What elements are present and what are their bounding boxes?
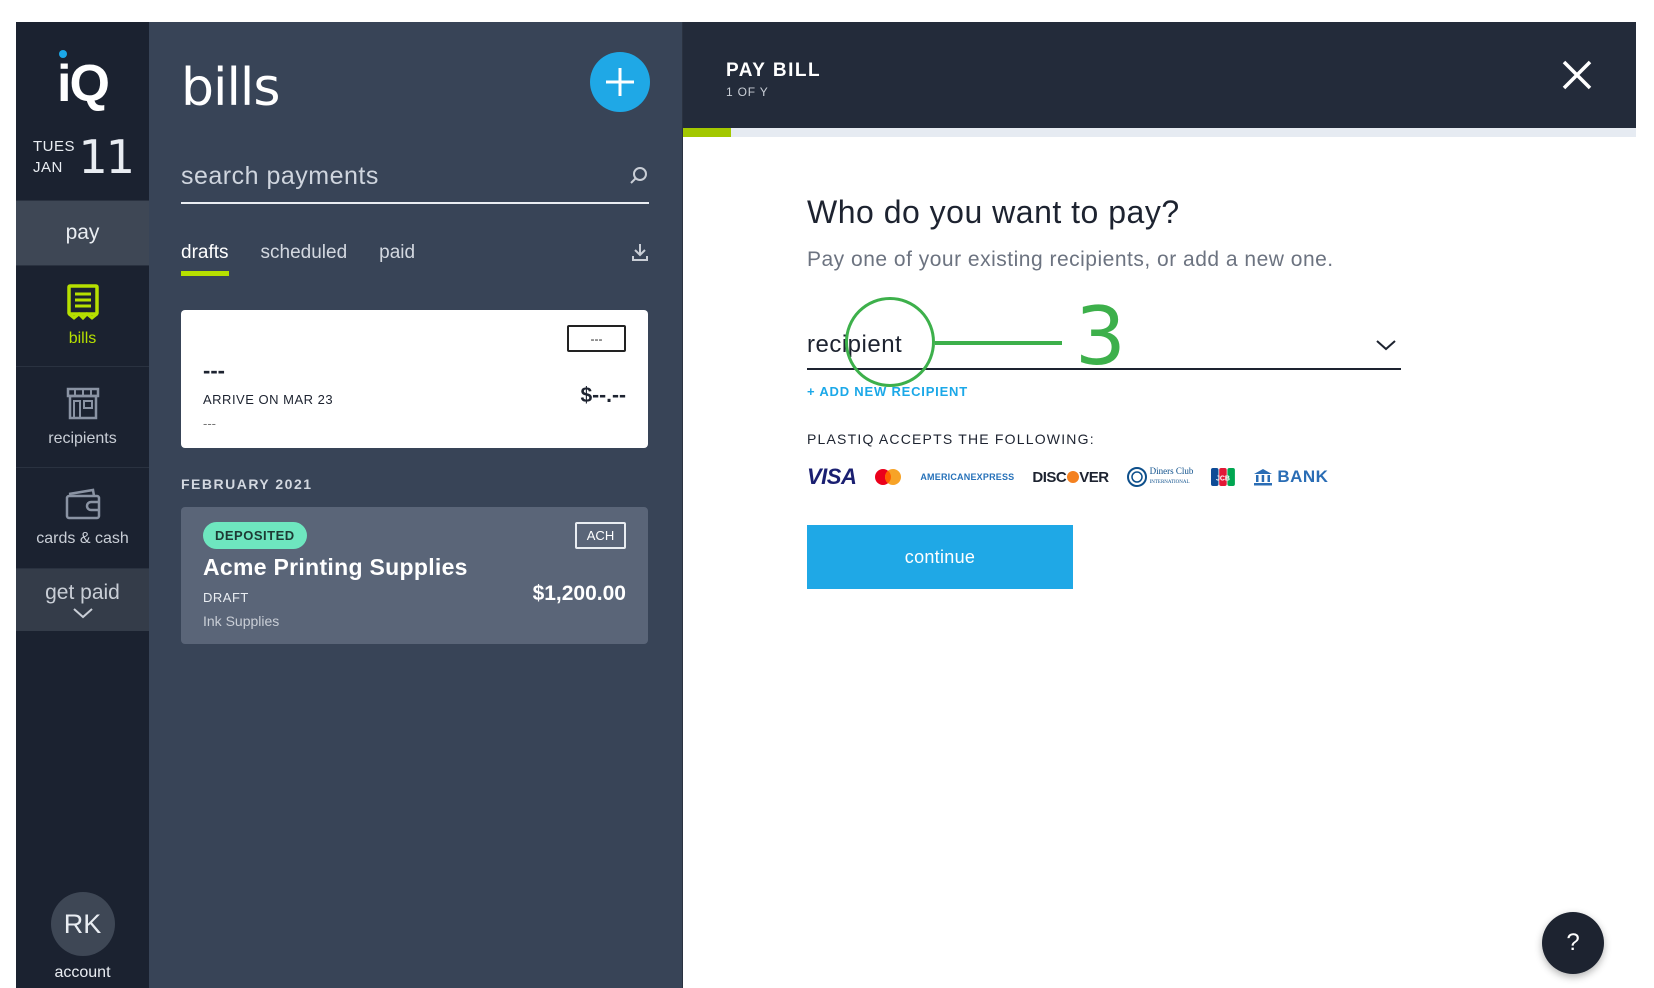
sidebar-item-cards-cash[interactable]: cards & cash bbox=[16, 468, 149, 569]
date-day: 11 bbox=[78, 130, 135, 184]
logo-text: iQ bbox=[57, 50, 110, 113]
date-dow-month: TUES JAN bbox=[33, 136, 75, 178]
search-bar bbox=[181, 150, 649, 204]
pay-bill-panel: PAY BILL 1 OF Y Who do you want to pay? … bbox=[682, 22, 1636, 988]
add-bill-button[interactable] bbox=[590, 52, 650, 112]
sidebar-item-label: bills bbox=[68, 330, 97, 347]
annotation-circle bbox=[845, 297, 935, 387]
storefront-icon bbox=[66, 387, 99, 420]
app-window: iQ TUES JAN 11 pay bills recipients card… bbox=[16, 22, 1636, 988]
mastercard-logo bbox=[874, 468, 902, 486]
draft-memo: --- bbox=[203, 416, 216, 431]
logo-wordmark: iQ bbox=[57, 55, 110, 113]
chevron-down-icon bbox=[1376, 340, 1396, 351]
draft-amount: $--.-- bbox=[580, 384, 627, 407]
payment-method-logos: VISA AMERICAN EXPRESS DISC VER Diners Cl… bbox=[807, 462, 1346, 492]
bill-card[interactable]: DEPOSITED ACH Acme Printing Supplies DRA… bbox=[181, 507, 648, 644]
panel-title: PAY BILL bbox=[726, 60, 822, 81]
date-month: JAN bbox=[33, 159, 63, 176]
annotation-number: 3 bbox=[1075, 290, 1126, 383]
bill-recipient-name: Acme Printing Supplies bbox=[203, 554, 468, 580]
download-icon[interactable] bbox=[631, 242, 649, 262]
page-title: bills bbox=[181, 58, 280, 118]
logo-dot bbox=[59, 50, 68, 58]
wallet-icon bbox=[65, 488, 100, 520]
chevron-down-icon bbox=[72, 608, 93, 619]
diners-text: Diners Club INTERNATIONAL bbox=[1150, 467, 1194, 487]
jcb-logo: JCB bbox=[1211, 467, 1236, 487]
step-progress-fill bbox=[683, 128, 731, 137]
step-subtitle: Pay one of your existing recipients, or … bbox=[807, 248, 1334, 271]
avatar[interactable]: RK bbox=[50, 892, 115, 956]
bill-tabs: drafts scheduled paid bbox=[181, 242, 649, 282]
panel-step-indicator: 1 OF Y bbox=[726, 85, 769, 99]
sidebar-item-get-paid[interactable]: get paid bbox=[16, 569, 149, 631]
draft-method-badge: --- bbox=[567, 325, 626, 352]
date-display: TUES JAN 11 bbox=[16, 126, 149, 188]
sidebar-item-label: cards & cash bbox=[36, 530, 129, 547]
amex-line2: EXPRESS bbox=[970, 472, 1015, 482]
diners-line2: INTERNATIONAL bbox=[1149, 480, 1190, 485]
search-icon[interactable] bbox=[629, 166, 649, 186]
bank-label: BANK bbox=[1277, 467, 1329, 486]
sidebar-item-bills[interactable]: bills bbox=[16, 266, 149, 367]
get-paid-label: get paid bbox=[45, 581, 120, 604]
plus-icon bbox=[606, 68, 634, 96]
discover-dot bbox=[1066, 471, 1079, 483]
status-badge: DEPOSITED bbox=[203, 522, 307, 549]
panel-header: PAY BILL 1 OF Y bbox=[683, 22, 1636, 128]
discover-text-a: DISC bbox=[1032, 468, 1067, 486]
bank-icon bbox=[1254, 469, 1273, 486]
amex-logo: AMERICAN EXPRESS bbox=[920, 472, 1014, 482]
bill-memo: Ink Supplies bbox=[203, 613, 280, 629]
bill-state: DRAFT bbox=[203, 590, 249, 605]
continue-button[interactable]: continue bbox=[807, 525, 1073, 589]
rail-pay-header[interactable]: pay bbox=[16, 200, 149, 266]
close-icon[interactable] bbox=[1560, 58, 1594, 92]
help-button[interactable]: ? bbox=[1542, 912, 1604, 974]
payment-method-badge: ACH bbox=[575, 522, 626, 549]
annotation-line bbox=[935, 341, 1062, 345]
account-label: account bbox=[54, 964, 111, 981]
diners-club-logo: Diners Club INTERNATIONAL bbox=[1126, 467, 1194, 487]
discover-text-b: VER bbox=[1079, 468, 1109, 486]
diners-line1: Diners Club bbox=[1149, 466, 1194, 476]
draft-arrival-date: ARRIVE ON MAR 23 bbox=[203, 392, 334, 407]
step-question: Who do you want to pay? bbox=[807, 194, 1180, 230]
draft-bill-card[interactable]: --- --- ARRIVE ON MAR 23 --- $--.-- bbox=[181, 310, 648, 448]
draft-recipient-name: --- bbox=[203, 358, 225, 383]
search-input[interactable] bbox=[181, 161, 601, 191]
visa-logo: VISA bbox=[807, 464, 857, 489]
bills-list-panel: bills drafts scheduled paid bbox=[149, 22, 682, 988]
sidebar-item-label: recipients bbox=[48, 430, 117, 447]
account-menu[interactable]: RK account bbox=[16, 892, 149, 982]
logo[interactable]: iQ bbox=[16, 48, 149, 120]
discover-logo: DISC VER bbox=[1032, 468, 1109, 486]
left-rail: iQ TUES JAN 11 pay bills recipients card… bbox=[16, 22, 149, 988]
tab-drafts[interactable]: drafts bbox=[181, 242, 229, 276]
date-dow: TUES bbox=[33, 138, 76, 155]
accepted-methods-label: PLASTIQ ACCEPTS THE FOLLOWING: bbox=[807, 431, 1095, 447]
tab-paid[interactable]: paid bbox=[379, 242, 415, 274]
bank-logo: BANK bbox=[1253, 467, 1328, 487]
month-section-label: FEBRUARY 2021 bbox=[181, 476, 313, 492]
bill-amount: $1,200.00 bbox=[532, 582, 626, 605]
tab-scheduled[interactable]: scheduled bbox=[261, 242, 348, 274]
amex-line1: AMERICAN bbox=[920, 472, 971, 482]
svg-text:JCB: JCB bbox=[1216, 476, 1230, 483]
receipt-icon bbox=[66, 284, 99, 320]
sidebar-item-recipients[interactable]: recipients bbox=[16, 367, 149, 468]
step-progress-bar bbox=[683, 128, 1636, 137]
